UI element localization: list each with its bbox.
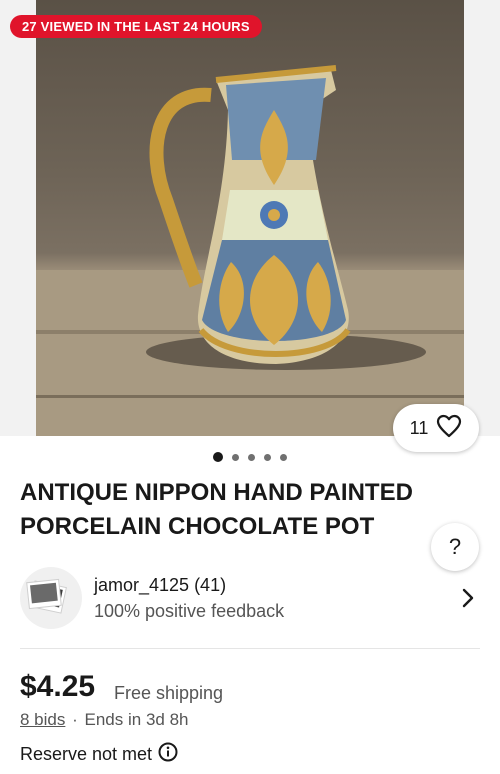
info-icon[interactable]	[158, 742, 178, 767]
carousel-dots[interactable]	[0, 452, 500, 462]
watch-count: 11	[409, 417, 429, 438]
bids-link[interactable]: 8 bids	[20, 710, 65, 729]
seller-info-row[interactable]: jamor_4125 (41) 100% positive feedback	[20, 567, 480, 629]
chocolate-pot-illustration	[36, 65, 464, 436]
reserve-status: Reserve not met	[20, 742, 178, 767]
carousel-dot-4[interactable]	[264, 453, 271, 461]
image-gallery[interactable]: 27 VIEWED IN THE LAST 24 HOURS 11	[0, 0, 500, 452]
seller-feedback: 100% positive feedback	[94, 601, 285, 621]
listing-title: ANTIQUE NIPPON HAND PAINTED PORCELAIN CH…	[20, 479, 413, 540]
seller-name: jamor_4125 (41)	[94, 575, 227, 595]
carousel-dot-2[interactable]	[232, 453, 239, 461]
heart-icon	[436, 414, 462, 443]
help-button[interactable]: ?	[431, 523, 479, 571]
carousel-dot-1[interactable]	[213, 452, 223, 462]
carousel-dot-3[interactable]	[248, 453, 255, 461]
views-badge: 27 VIEWED IN THE LAST 24 HOURS	[10, 15, 262, 38]
shipping-info: Free shipping	[114, 683, 224, 703]
seller-avatar	[20, 567, 82, 629]
section-divider	[20, 648, 480, 649]
watch-button[interactable]: 11	[393, 404, 479, 452]
reserve-label: Reserve not met	[20, 744, 153, 764]
product-photo[interactable]	[36, 0, 464, 436]
chevron-right-icon[interactable]	[461, 587, 475, 614]
time-remaining: Ends in 3d 8h	[84, 710, 189, 729]
current-price: $4.25	[20, 670, 96, 703]
bids-row: 8 bids · Ends in 3d 8h	[20, 710, 188, 730]
carousel-dot-5[interactable]	[280, 453, 287, 461]
bullet-separator: ·	[72, 710, 78, 729]
